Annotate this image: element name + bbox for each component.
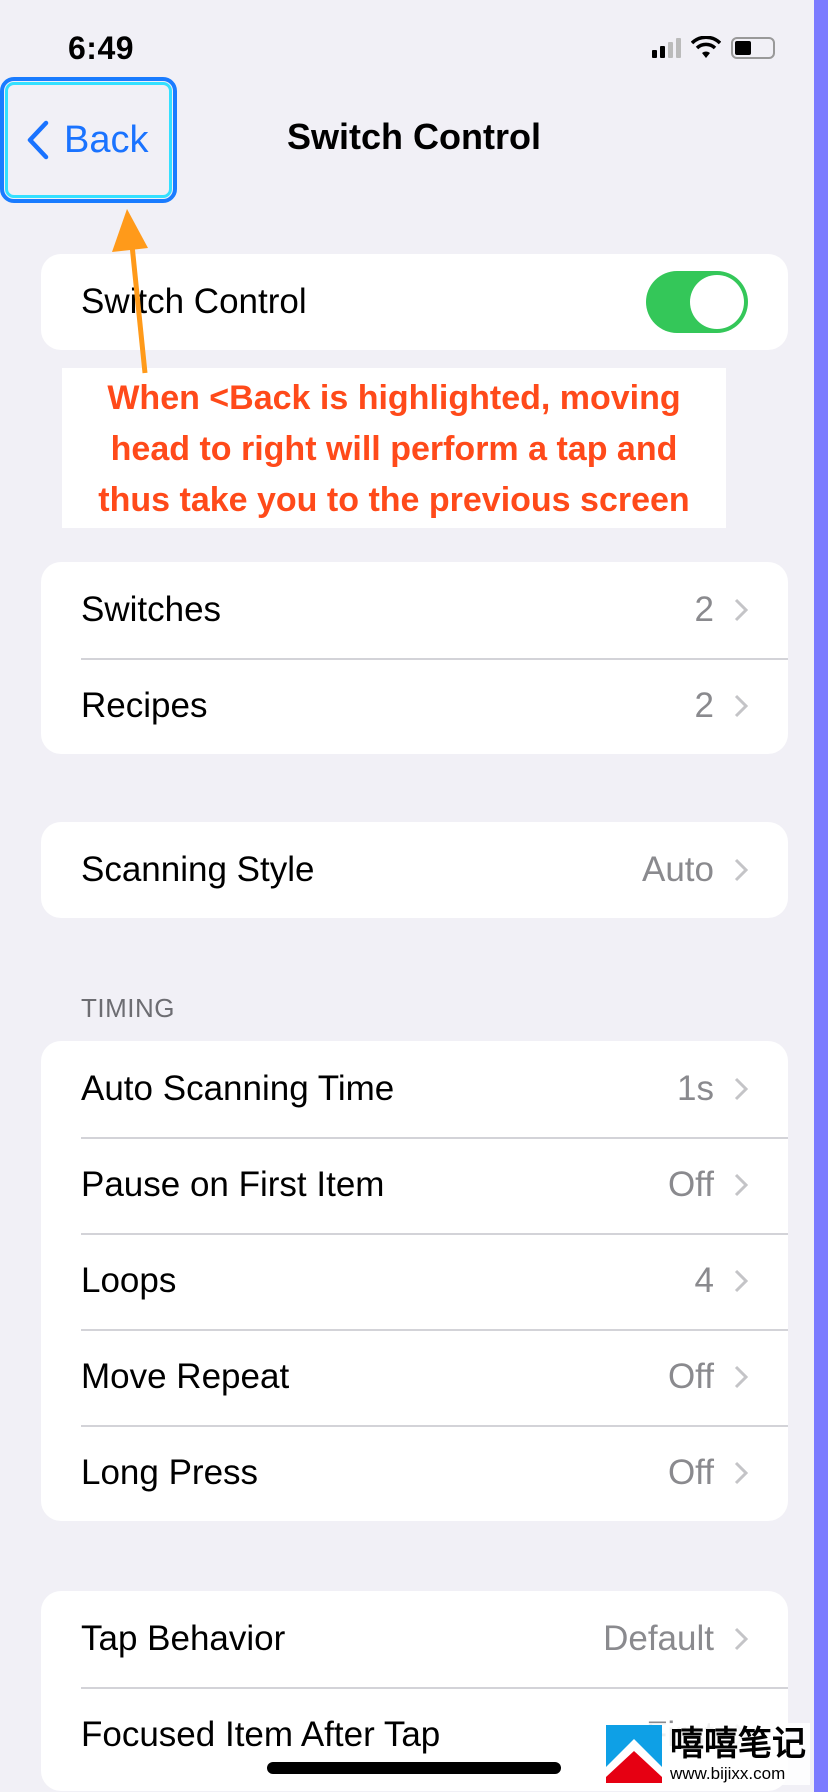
chevron-right-icon <box>734 858 748 882</box>
annotation-line: head to right will perform a tap and <box>110 430 678 468</box>
switches-card: Switches 2 Recipes 2 <box>41 562 788 754</box>
row-value: 4 <box>694 1261 714 1300</box>
watermark-text: 嘻嘻笔记 <box>670 1724 806 1763</box>
switch-control-label: Switch Control <box>81 282 307 321</box>
chevron-right-icon <box>734 1077 748 1101</box>
row-label: Tap Behavior <box>81 1619 286 1658</box>
timing-section-header: TIMING <box>81 993 175 1023</box>
row-value: Off <box>667 1453 714 1492</box>
row-label: Loops <box>81 1261 177 1300</box>
page-title: Switch Control <box>287 116 541 157</box>
side-strip <box>814 0 828 1792</box>
chevron-right-icon <box>734 1173 748 1197</box>
row-value: Off <box>667 1165 714 1204</box>
row-label: Recipes <box>81 686 208 725</box>
battery-icon <box>731 37 775 59</box>
switch-control-card: Switch Control <box>41 254 788 350</box>
row-label: Switches <box>81 590 222 629</box>
loops-row[interactable]: Loops 4 <box>41 1233 788 1329</box>
chevron-right-icon <box>734 598 748 622</box>
recipes-row[interactable]: Recipes 2 <box>41 658 788 754</box>
watermark-url: www.bijixx.com <box>670 1763 786 1783</box>
status-time: 6:49 <box>68 30 135 66</box>
long-press-row[interactable]: Long Press Off <box>41 1425 788 1521</box>
row-value: Default <box>603 1619 714 1658</box>
status-icons <box>652 36 775 60</box>
chevron-right-icon <box>734 1269 748 1293</box>
chevron-right-icon <box>734 694 748 718</box>
pause-on-first-item-row[interactable]: Pause on First Item Off <box>41 1137 788 1233</box>
timing-card: Auto Scanning Time 1s Pause on First Item… <box>41 1041 788 1521</box>
home-indicator[interactable] <box>267 1762 561 1774</box>
watermark: 嘻嘻笔记 www.bijixx.com <box>602 1723 810 1785</box>
annotation-line: When <Back is highlighted, moving <box>107 379 681 417</box>
switch-control-toggle[interactable] <box>646 271 748 333</box>
row-label: Focused Item After Tap <box>81 1715 441 1754</box>
row-value: 2 <box>694 590 714 629</box>
chevron-right-icon <box>734 1461 748 1485</box>
move-repeat-row[interactable]: Move Repeat Off <box>41 1329 788 1425</box>
tap-behavior-row[interactable]: Tap Behavior Default <box>41 1591 788 1687</box>
row-value: Auto <box>642 850 714 889</box>
row-label: Pause on First Item <box>81 1165 385 1204</box>
chevron-right-icon <box>734 1365 748 1389</box>
scanning-style-card: Scanning Style Auto <box>41 822 788 918</box>
wifi-icon <box>691 36 721 58</box>
row-value: 1s <box>677 1069 714 1108</box>
scanning-style-row[interactable]: Scanning Style Auto <box>41 822 788 918</box>
row-label: Auto Scanning Time <box>81 1069 395 1108</box>
annotation-line: thus take you to the previous screen <box>98 481 690 519</box>
row-value: Off <box>667 1357 714 1396</box>
row-label: Long Press <box>81 1453 259 1492</box>
watermark-logo <box>606 1725 662 1783</box>
row-label: Move Repeat <box>81 1357 290 1396</box>
row-value: 2 <box>694 686 714 725</box>
chevron-right-icon <box>734 1627 748 1651</box>
switches-row[interactable]: Switches 2 <box>41 562 788 658</box>
switch-control-row: Switch Control <box>41 254 788 350</box>
row-label: Scanning Style <box>81 850 315 889</box>
annotation-callout: When <Back is highlighted, moving head t… <box>62 368 726 528</box>
auto-scanning-time-row[interactable]: Auto Scanning Time 1s <box>41 1041 788 1137</box>
cellular-signal-icon <box>652 38 681 58</box>
